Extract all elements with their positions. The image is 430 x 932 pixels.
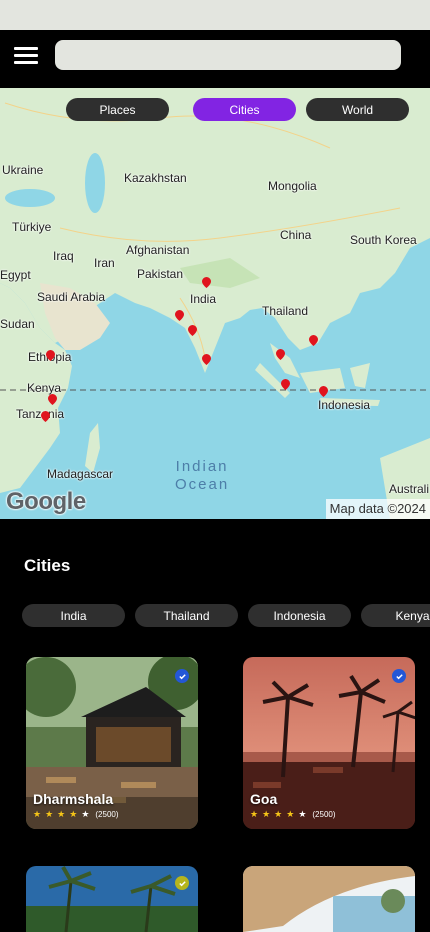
map-label-mongolia: Mongolia — [268, 179, 317, 193]
map-label-indian-ocean: Indian Ocean — [175, 458, 229, 494]
filter-chips: India Thailand Indonesia Kenya — [22, 604, 430, 627]
star-icon: ★ — [69, 809, 78, 819]
city-photo — [26, 866, 198, 932]
map-pin-icon[interactable] — [188, 325, 197, 336]
map-view[interactable]: Ukraine Kazakhstan Mongolia Türkiye Iraq… — [0, 88, 430, 519]
card-rating: ★ ★ ★ ★ ★ (2500) — [33, 809, 119, 820]
map-label-ukraine: Ukraine — [2, 163, 44, 177]
map-label-indonesia: Indonesia — [318, 398, 371, 412]
tab-places[interactable]: Places — [66, 98, 169, 121]
map-label-iraq: Iraq — [53, 249, 74, 263]
map-label-afghanistan: Afghanistan — [126, 243, 190, 257]
map-pin-icon[interactable] — [46, 350, 55, 361]
ocean-label-line2: Ocean — [175, 476, 230, 493]
city-card-4[interactable] — [243, 866, 415, 932]
map-label-australia: Australi — [389, 482, 430, 496]
map-pin-icon[interactable] — [319, 386, 328, 397]
star-icon: ★ — [262, 809, 271, 819]
map-pin-icon[interactable] — [175, 310, 184, 321]
city-card-goa[interactable]: Goa ★ ★ ★ ★ ★ (2500) — [243, 657, 415, 829]
map-label-saudi-arabia: Saudi Arabia — [37, 290, 106, 304]
ocean-label-line1: Indian — [175, 458, 229, 475]
google-logo: Google — [6, 488, 86, 515]
tab-cities[interactable]: Cities — [193, 98, 296, 121]
map-pin-icon[interactable] — [202, 354, 211, 365]
map-label-egypt: Egypt — [0, 268, 31, 282]
map-attribution[interactable]: Map data ©2024 — [325, 499, 430, 519]
star-icon: ★ — [274, 809, 283, 819]
map-label-kazakhstan: Kazakhstan — [124, 171, 187, 185]
city-card-3[interactable] — [26, 866, 198, 932]
star-icon: ★ — [57, 809, 66, 819]
map-pin-icon[interactable] — [41, 411, 50, 422]
review-count: (2500) — [95, 810, 119, 819]
search-input[interactable] — [55, 40, 401, 70]
verified-check-icon — [175, 876, 189, 890]
star-icon: ★ — [298, 809, 307, 819]
star-icon: ★ — [33, 809, 42, 819]
chip-kenya[interactable]: Kenya — [361, 604, 430, 627]
star-icon: ★ — [250, 809, 259, 819]
menu-icon[interactable] — [14, 47, 38, 65]
map-label-pakistan: Pakistan — [137, 267, 184, 281]
map-pin-icon[interactable] — [202, 277, 211, 288]
verified-check-icon — [392, 669, 406, 683]
map-label-iran: Iran — [94, 256, 115, 270]
card-title: Goa — [250, 791, 278, 807]
card-title: Dharmshala — [33, 791, 114, 807]
map-label-south-korea: South Korea — [350, 233, 417, 247]
star-icon: ★ — [286, 809, 295, 819]
map-label-turkiye: Türkiye — [12, 220, 52, 234]
city-photo — [243, 866, 415, 932]
tab-world[interactable]: World — [306, 98, 409, 121]
map-label-kenya: Kenya — [27, 381, 62, 395]
map-label-china: China — [280, 228, 312, 242]
star-icon: ★ — [45, 809, 54, 819]
map-label-madagascar: Madagascar — [47, 467, 114, 481]
map-pin-icon[interactable] — [48, 394, 57, 405]
map-label-thailand: Thailand — [262, 304, 309, 318]
map-label-india: India — [190, 292, 217, 306]
review-count: (2500) — [312, 810, 336, 819]
map-label-sudan: Sudan — [0, 317, 35, 331]
star-icon: ★ — [81, 809, 90, 819]
top-bar — [0, 30, 430, 88]
chip-thailand[interactable]: Thailand — [135, 604, 238, 627]
verified-check-icon — [175, 669, 189, 683]
map-pin-icon[interactable] — [309, 335, 318, 346]
map-pin-icon[interactable] — [276, 349, 285, 360]
chip-india[interactable]: India — [22, 604, 125, 627]
status-bar — [0, 0, 430, 30]
section-title: Cities — [24, 556, 71, 575]
city-card-dharmshala[interactable]: Dharmshala ★ ★ ★ ★ ★ (2500) — [26, 657, 198, 829]
map-pin-icon[interactable] — [281, 379, 290, 390]
card-rating: ★ ★ ★ ★ ★ (2500) — [250, 809, 336, 820]
chip-indonesia[interactable]: Indonesia — [248, 604, 351, 627]
